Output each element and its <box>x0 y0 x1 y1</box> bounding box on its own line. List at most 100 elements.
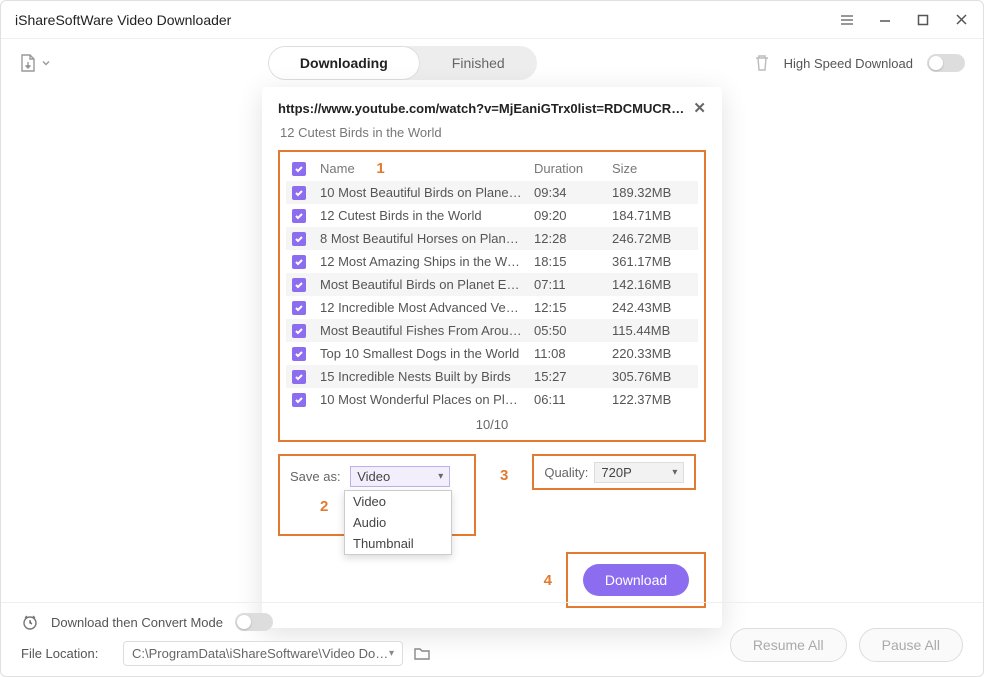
tab-switch: Downloading Finished <box>268 46 537 80</box>
table-row[interactable]: Most Beautiful Fishes From Around The W.… <box>286 319 698 342</box>
file-location-value: C:\ProgramData\iShareSoftware\Video Down… <box>132 646 389 661</box>
row-checkbox[interactable] <box>292 232 306 246</box>
close-icon[interactable] <box>953 12 969 28</box>
dialog-url: https://www.youtube.com/watch?v=MjEaniGT… <box>278 101 685 116</box>
saveas-option-audio[interactable]: Audio <box>345 512 451 533</box>
list-header: Name 1 Duration Size <box>286 156 698 181</box>
row-name: Most Beautiful Birds on Planet Earth <box>320 277 524 292</box>
new-download-button[interactable] <box>19 53 51 73</box>
row-duration: 09:20 <box>534 208 602 223</box>
row-size: 220.33MB <box>612 346 692 361</box>
main-area: https://www.youtube.com/watch?v=MjEaniGT… <box>1 87 983 602</box>
row-checkbox[interactable] <box>292 209 306 223</box>
top-nav: Downloading Finished High Speed Download <box>1 39 983 87</box>
row-checkbox[interactable] <box>292 347 306 361</box>
saveas-option-video[interactable]: Video <box>345 491 451 512</box>
row-name: 10 Most Wonderful Places on Planet Earth <box>320 392 524 407</box>
file-location-label: File Location: <box>21 646 113 661</box>
quality-label: Quality: <box>544 465 588 480</box>
window-controls <box>839 12 969 28</box>
resume-all-button[interactable]: Resume All <box>730 628 847 662</box>
app-title: iShareSoftWare Video Downloader <box>15 12 231 28</box>
dialog-subtitle: 12 Cutest Birds in the World <box>280 125 706 140</box>
row-checkbox[interactable] <box>292 255 306 269</box>
row-name: Top 10 Smallest Dogs in the World <box>320 346 524 361</box>
bottom-actions: Resume All Pause All <box>730 628 963 662</box>
row-checkbox[interactable] <box>292 324 306 338</box>
minimize-icon[interactable] <box>877 12 893 28</box>
row-size: 189.32MB <box>612 185 692 200</box>
table-row[interactable]: 12 Cutest Birds in the World 09:20 184.71M… <box>286 204 698 227</box>
right-tools: High Speed Download <box>754 54 965 72</box>
chevron-down-icon: ▾ <box>389 648 394 659</box>
saveas-dropdown: Video Audio Thumbnail <box>344 490 452 555</box>
row-size: 142.16MB <box>612 277 692 292</box>
table-row[interactable]: Top 10 Smallest Dogs in the World11:0822… <box>286 342 698 365</box>
saveas-select[interactable]: Video ▾ <box>350 466 450 487</box>
row-checkbox[interactable] <box>292 393 306 407</box>
row-size: 246.72MB <box>612 231 692 246</box>
row-checkbox[interactable] <box>292 186 306 200</box>
table-row[interactable]: 8 Most Beautiful Horses on Planet Earth1… <box>286 227 698 250</box>
row-duration: 09:34 <box>534 185 602 200</box>
convert-mode-label: Download then Convert Mode <box>51 615 223 630</box>
region-download: Download <box>566 552 706 608</box>
chevron-down-icon: ▾ <box>672 467 677 478</box>
row-name: 12 Cutest Birds in the World <box>320 208 524 223</box>
region-list: Name 1 Duration Size 10 Most Beautiful B… <box>278 150 706 442</box>
row-checkbox[interactable] <box>292 370 306 384</box>
row-checkbox[interactable] <box>292 301 306 315</box>
row-size: 305.76MB <box>612 369 692 384</box>
file-location-select[interactable]: C:\ProgramData\iShareSoftware\Video Down… <box>123 641 403 666</box>
open-folder-icon[interactable] <box>413 646 431 662</box>
highspeed-toggle[interactable] <box>927 54 965 72</box>
maximize-icon[interactable] <box>915 12 931 28</box>
row-name: 12 Most Amazing Ships in the World <box>320 254 524 269</box>
saveas-value: Video <box>357 469 390 484</box>
row-size: 361.17MB <box>612 254 692 269</box>
row-size: 184.71MB <box>612 208 692 223</box>
row-size: 122.37MB <box>612 392 692 407</box>
menu-icon[interactable] <box>839 12 855 28</box>
tab-finished[interactable]: Finished <box>420 46 537 80</box>
list-counter: 10/10 <box>286 417 698 432</box>
row-checkbox[interactable] <box>292 278 306 292</box>
dialog-close-icon[interactable]: ✕ <box>693 99 706 117</box>
annotation-3: 3 <box>500 467 508 484</box>
row-name: 15 Incredible Nests Built by Birds <box>320 369 524 384</box>
bottom-bar: Download then Convert Mode File Location… <box>1 602 983 676</box>
convert-mode-toggle[interactable] <box>235 613 273 631</box>
table-row[interactable]: 10 Most Beautiful Birds on Planet Earth … <box>286 181 698 204</box>
row-name: 12 Incredible Most Advanced Vehicles In … <box>320 300 524 315</box>
trash-icon[interactable] <box>754 54 770 72</box>
saveas-label: Save as: <box>290 469 341 484</box>
row-duration: 18:15 <box>534 254 602 269</box>
quality-select[interactable]: 720P ▾ <box>594 462 684 483</box>
saveas-option-thumbnail[interactable]: Thumbnail <box>345 533 451 554</box>
pause-all-button[interactable]: Pause All <box>859 628 963 662</box>
table-row[interactable]: 12 Most Amazing Ships in the World 18:15 3… <box>286 250 698 273</box>
row-duration: 06:11 <box>534 392 602 407</box>
col-duration: Duration <box>534 161 602 176</box>
row-name: 10 Most Beautiful Birds on Planet Earth … <box>320 185 524 200</box>
dialog-url-row: https://www.youtube.com/watch?v=MjEaniGT… <box>278 99 706 117</box>
highspeed-label: High Speed Download <box>784 56 913 71</box>
region-saveas: Save as: Video ▾ Video Audio Thumbnail 2 <box>278 454 476 536</box>
table-row[interactable]: 10 Most Wonderful Places on Planet Earth… <box>286 388 698 411</box>
table-row[interactable]: 12 Incredible Most Advanced Vehicles In … <box>286 296 698 319</box>
chevron-down-icon[interactable] <box>41 58 51 68</box>
playlist-dialog: https://www.youtube.com/watch?v=MjEaniGT… <box>262 87 722 628</box>
tab-downloading[interactable]: Downloading <box>268 46 420 80</box>
list-body: 10 Most Beautiful Birds on Planet Earth … <box>286 181 698 411</box>
checkbox-select-all[interactable] <box>292 162 306 176</box>
table-row[interactable]: 15 Incredible Nests Built by Birds 15:27 3… <box>286 365 698 388</box>
quality-value: 720P <box>601 465 631 480</box>
row-size: 242.43MB <box>612 300 692 315</box>
clock-icon <box>21 613 39 631</box>
row-duration: 07:11 <box>534 277 602 292</box>
annotation-2: 2 <box>320 498 328 515</box>
row-duration: 12:28 <box>534 231 602 246</box>
table-row[interactable]: Most Beautiful Birds on Planet Earth 07:1… <box>286 273 698 296</box>
row-duration: 15:27 <box>534 369 602 384</box>
download-button[interactable]: Download <box>583 564 689 596</box>
